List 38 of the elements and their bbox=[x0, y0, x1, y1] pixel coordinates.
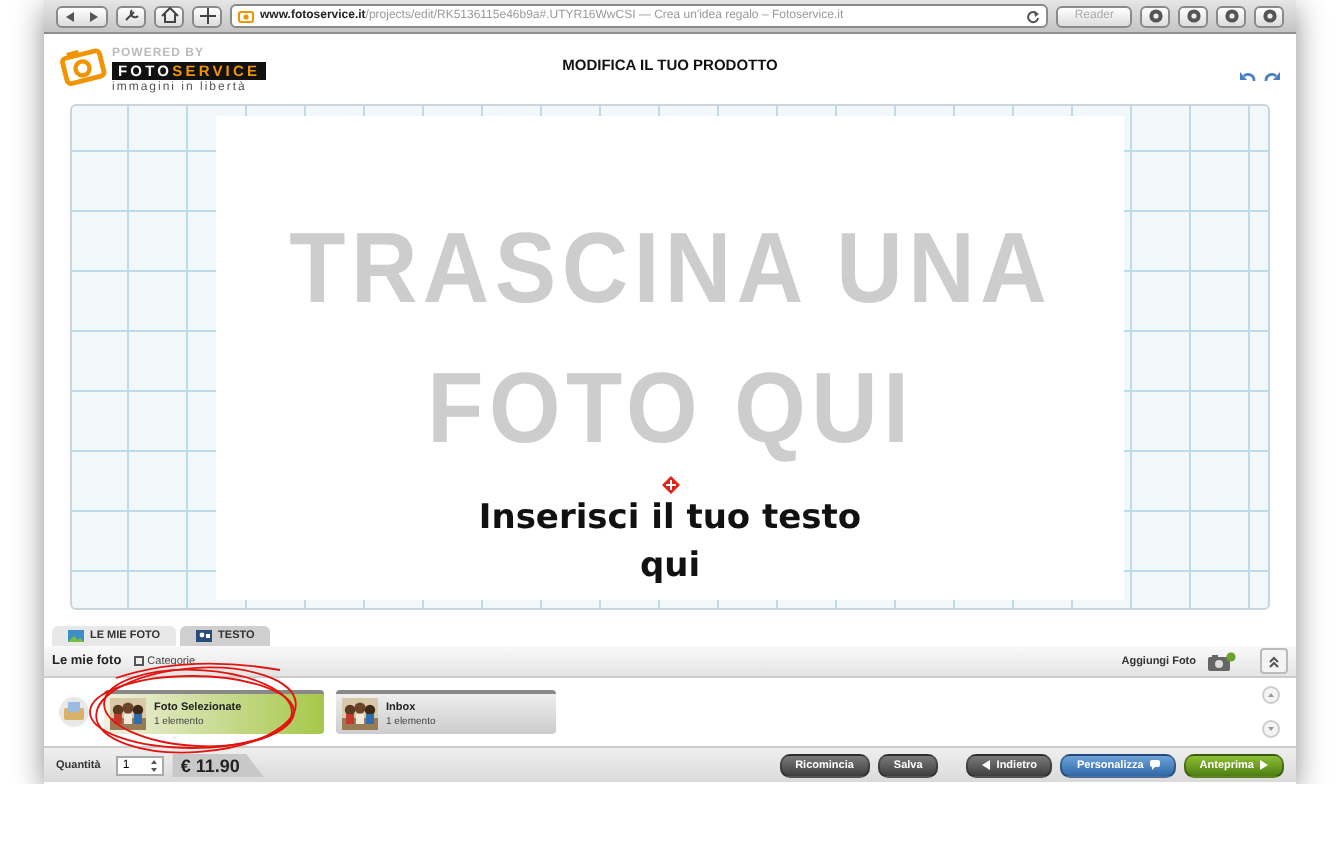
download-button[interactable] bbox=[1216, 5, 1246, 27]
settings-button[interactable] bbox=[116, 5, 146, 27]
home-button[interactable] bbox=[154, 5, 184, 27]
arrows-icon bbox=[62, 9, 102, 23]
text-placeholder[interactable]: qui bbox=[639, 542, 701, 590]
scroll-down-icon[interactable] bbox=[1262, 720, 1280, 738]
reload-icon[interactable] bbox=[1026, 9, 1041, 23]
home-icon bbox=[159, 6, 179, 26]
double-chevron-icon bbox=[1268, 655, 1280, 667]
move-handle-icon[interactable] bbox=[661, 476, 679, 494]
plus-icon bbox=[197, 6, 217, 26]
undo-icon[interactable] bbox=[1240, 70, 1256, 82]
tab-button[interactable] bbox=[1178, 5, 1208, 27]
redo-icon[interactable] bbox=[1264, 70, 1280, 82]
triangle-icon bbox=[1260, 760, 1268, 770]
camera-icon[interactable] bbox=[1208, 651, 1236, 671]
contact-card-icon bbox=[196, 630, 213, 642]
wrench-icon bbox=[121, 6, 141, 26]
ring-icon bbox=[1261, 8, 1277, 24]
collapse-button[interactable] bbox=[1260, 648, 1288, 674]
ring-icon bbox=[1185, 8, 1201, 24]
back-forward-button[interactable] bbox=[56, 5, 108, 27]
text-placeholder[interactable]: Inserisci il tuo testo bbox=[478, 494, 862, 542]
favicon-icon bbox=[238, 9, 254, 23]
share-button[interactable] bbox=[1140, 5, 1170, 27]
folder-icon[interactable] bbox=[56, 696, 92, 728]
ring-icon bbox=[1147, 8, 1163, 24]
square-icon bbox=[133, 656, 144, 666]
speech-bubble-icon bbox=[1149, 760, 1160, 770]
camera-logo-icon bbox=[60, 44, 108, 88]
triangle-icon bbox=[982, 760, 991, 770]
spinner-icon[interactable] bbox=[150, 757, 159, 773]
scroll-up-icon[interactable] bbox=[1262, 686, 1280, 704]
landscape-icon bbox=[68, 630, 84, 642]
ring-icon bbox=[1223, 8, 1239, 24]
settings-button[interactable] bbox=[1254, 5, 1284, 27]
price-label: € 11.90 bbox=[172, 753, 264, 777]
add-button[interactable] bbox=[192, 5, 222, 27]
